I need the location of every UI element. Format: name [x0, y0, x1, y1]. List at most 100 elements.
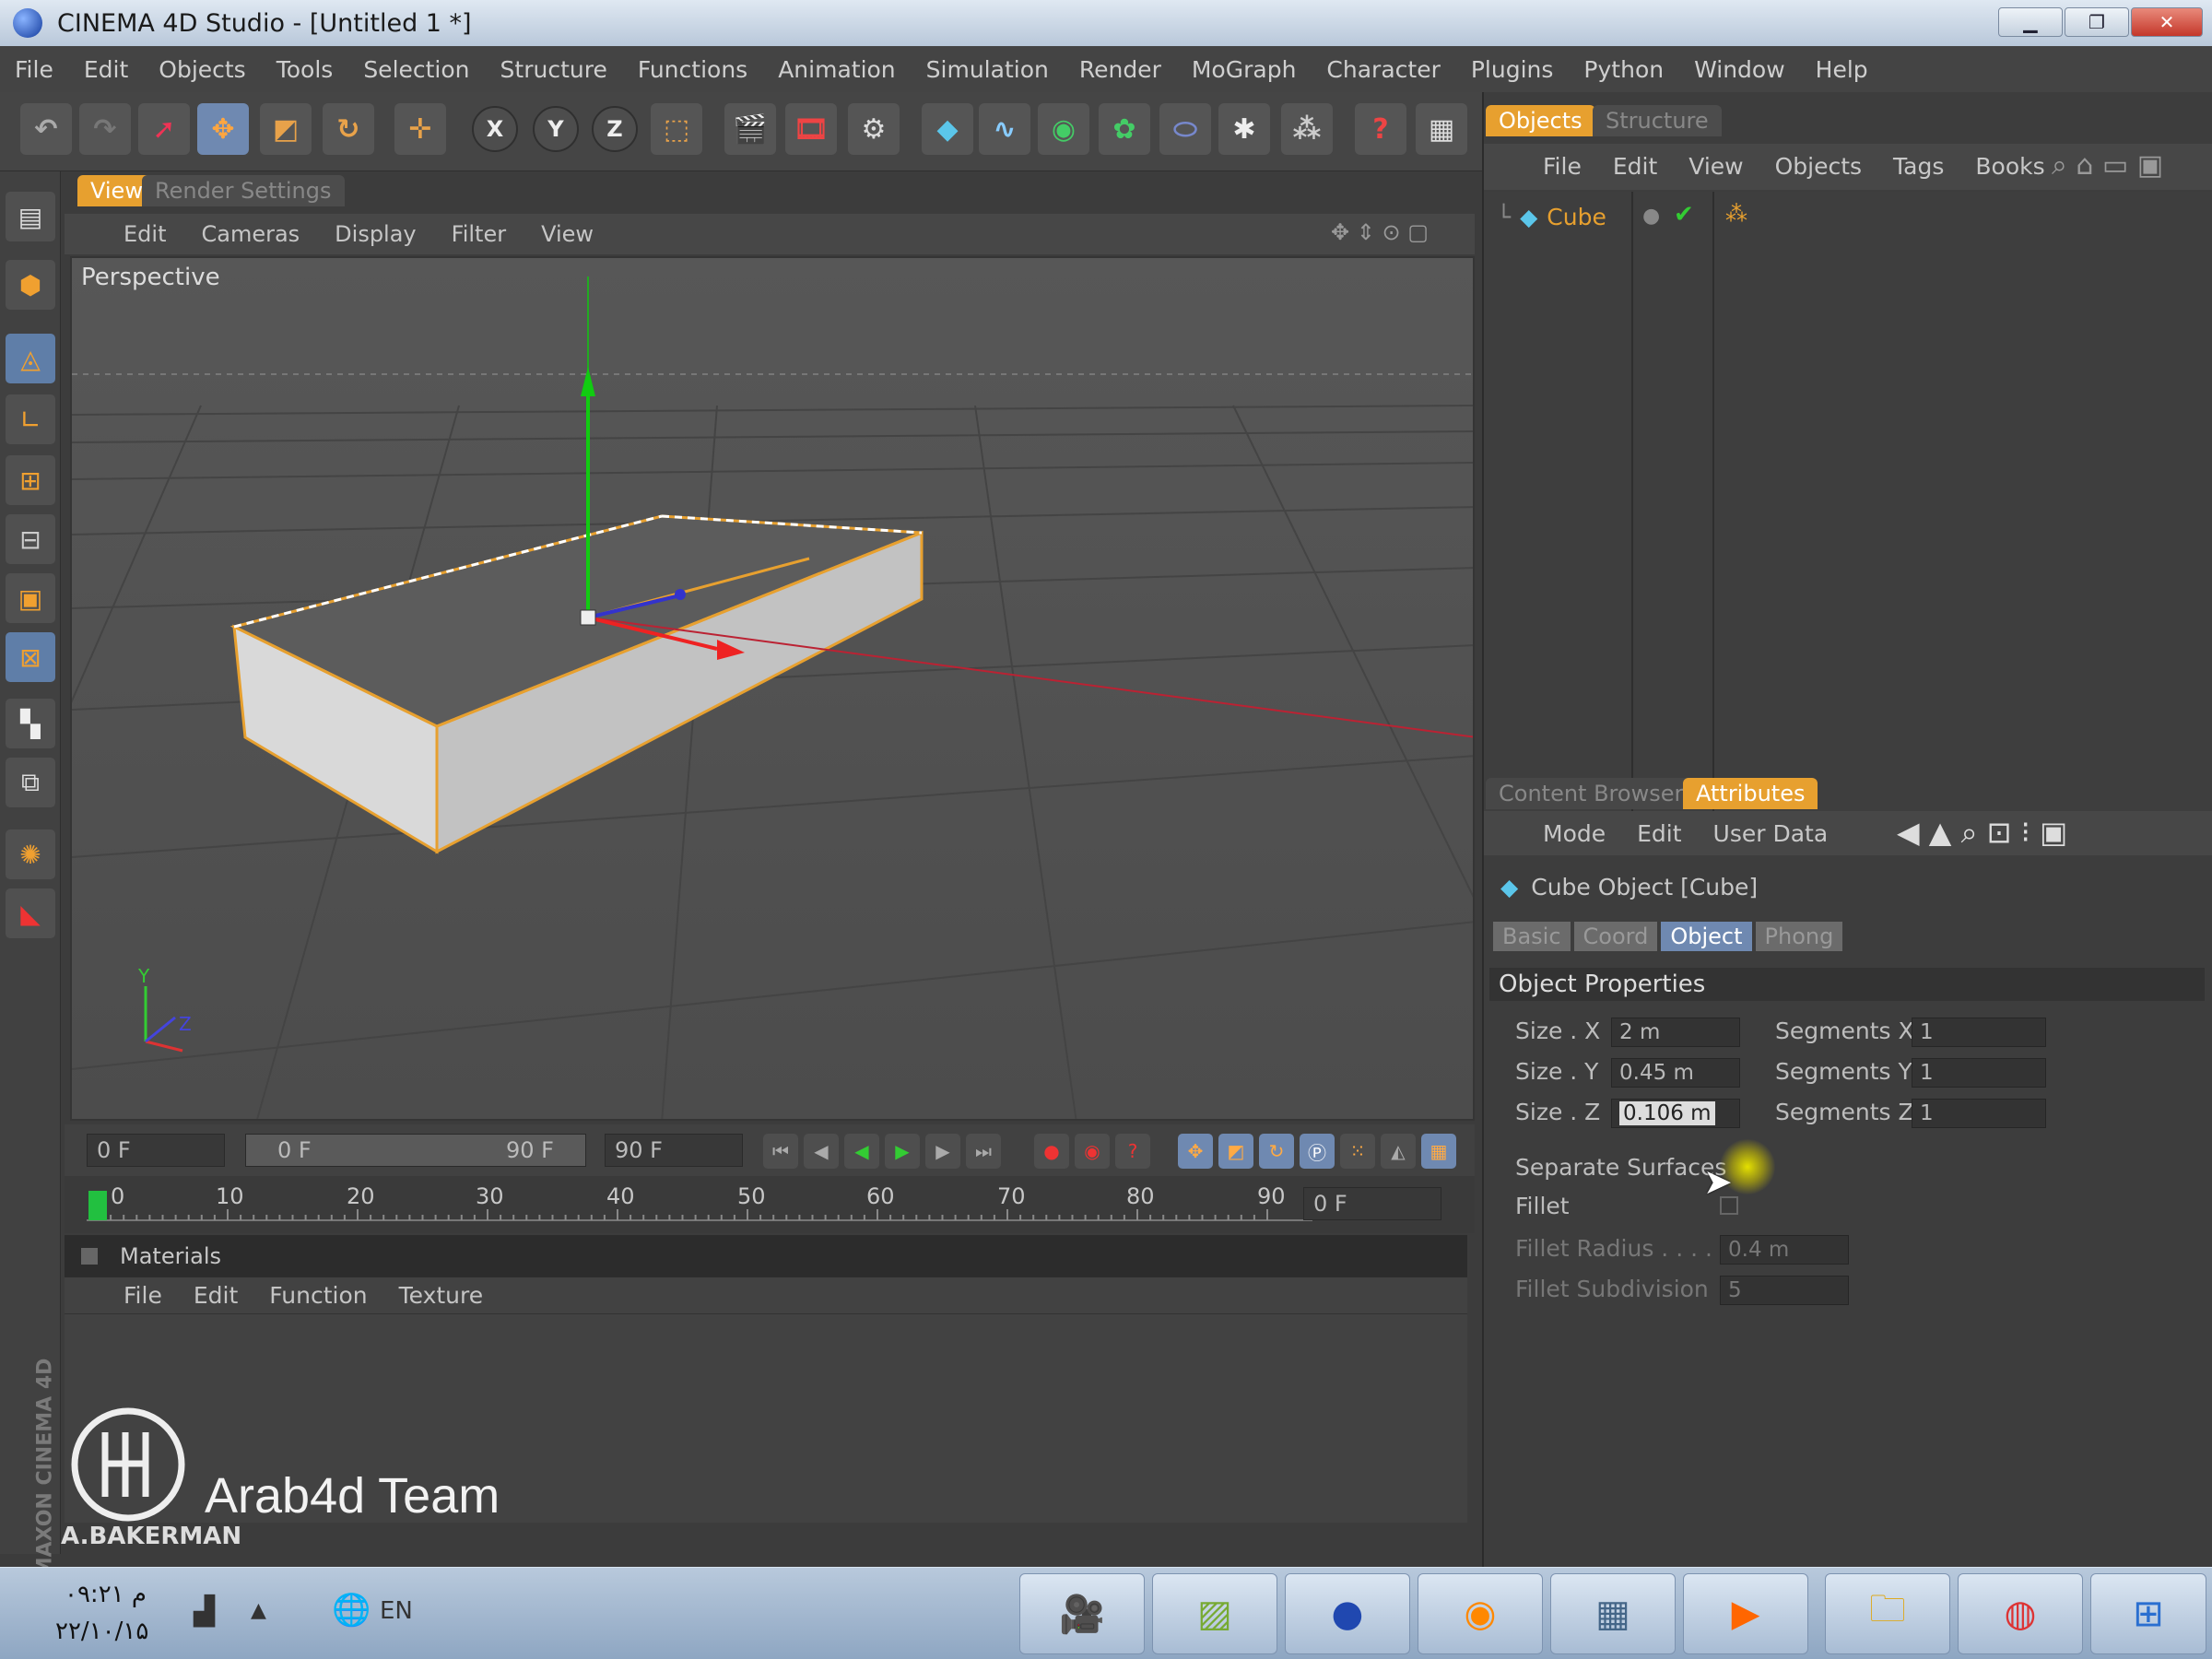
material-menu-edit[interactable]: Edit	[194, 1282, 238, 1309]
tab-structure[interactable]: Structure	[1593, 105, 1722, 136]
visibility-dot-icon[interactable]: ●	[1642, 205, 1660, 228]
spline-icon[interactable]: ∿	[979, 103, 1030, 155]
frame-ruler[interactable]: 0 10 20 30 40 50 60 70 80 90 0 F	[65, 1176, 1475, 1233]
menu-plugins[interactable]: Plugins	[1471, 56, 1554, 83]
perspective-viewport[interactable]: Y Z Perspective	[70, 256, 1475, 1121]
rotate-tool-icon[interactable]: ↻	[323, 103, 374, 155]
taskbar-app-recorder[interactable]: 🎥	[1019, 1573, 1145, 1654]
coordinate-system-icon[interactable]: ⬚	[651, 103, 702, 155]
maximize-button[interactable]: ❐	[2065, 7, 2129, 37]
render-view-icon[interactable]: 🎬	[724, 103, 776, 155]
goto-start-icon[interactable]: ⏮	[763, 1134, 798, 1169]
key-position-icon[interactable]: ✥	[1178, 1134, 1213, 1169]
sculpt-icon[interactable]: ✺	[6, 830, 55, 879]
attributes-nav-icons[interactable]: ◀ ▲ ⌕ ⊡ ⁝ ▣	[1897, 815, 2067, 851]
x-axis-lock-icon[interactable]: X	[472, 106, 518, 152]
language-indicator[interactable]: EN	[380, 1597, 413, 1625]
prev-frame-icon[interactable]: ◀	[804, 1134, 839, 1169]
menu-objects[interactable]: Objects	[159, 56, 245, 83]
phong-tag-icon[interactable]: ⁂	[1725, 201, 1747, 227]
points-mode-icon[interactable]: ⊞	[6, 455, 55, 505]
menu-selection[interactable]: Selection	[363, 56, 469, 83]
viewport-menu-view[interactable]: View	[541, 221, 594, 247]
frame-range-slider[interactable]: 0 F 90 F	[245, 1134, 586, 1167]
start-button[interactable]: ⊞	[2090, 1573, 2206, 1654]
current-frame-field[interactable]: 0 F	[1303, 1187, 1441, 1220]
script-icon[interactable]: ?	[1355, 103, 1406, 155]
segments-x-input[interactable]: 1	[1912, 1018, 2046, 1047]
key-pla-icon[interactable]: ⁙	[1340, 1134, 1375, 1169]
autokey-icon[interactable]: ◉	[1075, 1134, 1110, 1169]
object-mode-icon[interactable]: ⬢	[6, 260, 55, 310]
end-frame-field[interactable]: 90 F	[605, 1134, 743, 1167]
material-menu-texture[interactable]: Texture	[399, 1282, 484, 1309]
objects-menu-objects[interactable]: Objects	[1775, 153, 1862, 180]
objects-menu-tags[interactable]: Tags	[1893, 153, 1944, 180]
objects-menu-books[interactable]: Books	[1975, 153, 2044, 180]
menu-character[interactable]: Character	[1326, 56, 1440, 83]
subtab-coord[interactable]: Coord	[1573, 922, 1658, 951]
menu-python[interactable]: Python	[1583, 56, 1664, 83]
edges-mode-icon[interactable]: ⊟	[6, 514, 55, 564]
subtab-phong[interactable]: Phong	[1755, 922, 1843, 951]
y-axis-lock-icon[interactable]: Y	[533, 106, 579, 152]
close-button[interactable]: ✕	[2131, 7, 2203, 37]
menu-window[interactable]: Window	[1694, 56, 1785, 83]
attributes-menu-edit[interactable]: Edit	[1637, 820, 1681, 847]
menu-render[interactable]: Render	[1079, 56, 1161, 83]
taskbar-app-media-player[interactable]: ▶	[1683, 1573, 1808, 1654]
render-picture-viewer-icon[interactable]: 🎞	[785, 103, 837, 155]
size-x-input[interactable]: 2 m	[1611, 1018, 1740, 1047]
start-frame-field[interactable]: 0 F	[87, 1134, 225, 1167]
viewport-nav-icons[interactable]: ✥ ⇕ ⊙ ▢	[1331, 219, 1429, 245]
array-icon[interactable]: ✿	[1099, 103, 1150, 155]
polygons-mode-icon[interactable]: ▣	[6, 573, 55, 623]
menu-animation[interactable]: Animation	[778, 56, 895, 83]
workplane-icon[interactable]: ◣	[6, 888, 55, 938]
scale-tool-icon[interactable]: ◩	[260, 103, 312, 155]
layout-icon[interactable]: ▦	[1416, 103, 1467, 155]
camera-light-icon[interactable]: ⁂	[1281, 103, 1333, 155]
segments-z-input[interactable]: 1	[1912, 1099, 2046, 1128]
render-settings-icon[interactable]: ⚙	[848, 103, 900, 155]
viewport-menu-cameras[interactable]: Cameras	[201, 221, 300, 247]
menu-functions[interactable]: Functions	[638, 56, 747, 83]
viewport-menu-display[interactable]: Display	[335, 221, 416, 247]
tab-attributes[interactable]: Attributes	[1683, 778, 1818, 809]
objects-menu-view[interactable]: View	[1688, 153, 1743, 180]
objects-menu-edit[interactable]: Edit	[1613, 153, 1657, 180]
world-axis-icon[interactable]: ✛	[394, 103, 446, 155]
size-z-input[interactable]: 0.106 m	[1611, 1099, 1740, 1128]
language-globe-icon[interactable]: 🌐	[332, 1592, 371, 1629]
taskbar-app-chrome[interactable]: ◍	[1958, 1573, 2083, 1654]
goto-end-icon[interactable]: ⏭	[966, 1134, 1001, 1169]
texture-mode-icon[interactable]: ◬	[6, 334, 55, 383]
taskbar-app-photos[interactable]: ◉	[1418, 1573, 1543, 1654]
live-selection-icon[interactable]: ➚	[138, 103, 190, 155]
object-row-cube[interactable]: └ ◆ Cube	[1497, 201, 1606, 232]
tweak-mode-icon[interactable]: ⊠	[6, 632, 55, 682]
redo-icon[interactable]: ↷	[79, 103, 131, 155]
viewport-menu-edit[interactable]: Edit	[124, 221, 166, 247]
attributes-menu-user-data[interactable]: User Data	[1713, 820, 1829, 847]
material-menu-function[interactable]: Function	[269, 1282, 367, 1309]
snap-icon[interactable]: ⧉	[6, 758, 55, 807]
menu-edit[interactable]: Edit	[84, 56, 128, 83]
key-scale-icon[interactable]: ◩	[1218, 1134, 1253, 1169]
tab-content-browser[interactable]: Content Browser	[1486, 778, 1697, 809]
fillet-checkbox[interactable]	[1720, 1196, 1738, 1215]
z-axis-lock-icon[interactable]: Z	[592, 106, 638, 152]
fillet-radius-input[interactable]: 0.4 m	[1720, 1235, 1849, 1265]
axis-mode-icon[interactable]: ∟	[6, 394, 55, 444]
material-menu-file[interactable]: File	[124, 1282, 162, 1309]
next-frame-icon[interactable]: ▶	[925, 1134, 960, 1169]
taskbar-app-notes[interactable]: ▨	[1152, 1573, 1277, 1654]
attributes-menu-mode[interactable]: Mode	[1543, 820, 1606, 847]
menu-structure[interactable]: Structure	[500, 56, 607, 83]
key-param-icon[interactable]: Ⓟ	[1300, 1134, 1335, 1169]
nurbs-icon[interactable]: ◉	[1038, 103, 1089, 155]
objects-search-icon[interactable]: ⌕ ⌂ ▭ ▣	[2052, 149, 2163, 182]
cube-primitive-icon[interactable]: ◆	[922, 103, 973, 155]
viewport-menu-filter[interactable]: Filter	[452, 221, 506, 247]
model-mode-icon[interactable]: ▤	[6, 192, 55, 241]
